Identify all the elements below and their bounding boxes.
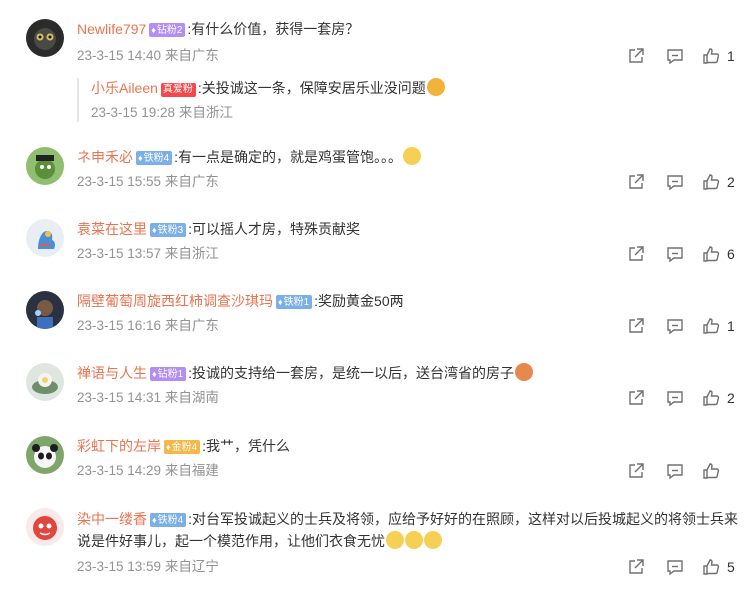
comment-icon[interactable] [665,244,685,264]
comment-line: 袁菜在这里 ♦铁粉3:可以摇人才房，特殊贡献奖 [77,219,360,239]
reply-item: 小乐Aileen 真爱粉 :关投诚这一条，保障安居乐业没问题 23-3-15 19:… [77,78,445,122]
like-count: 2 [727,390,735,406]
comment-actions: 1 [0,316,750,336]
cute-face-emoji-icon [424,531,442,549]
fan-badge[interactable]: ♦铁粉1 [276,295,313,309]
like-icon[interactable] [701,557,721,577]
glasses-emoji-icon [403,147,422,165]
reply-location: 来自浙江 [178,105,233,120]
comment-actions [0,461,750,481]
username-link[interactable]: Newlife797 [77,21,146,37]
diamond-icon: ♦ [151,25,156,35]
comment-actions: 2 [0,172,750,192]
cute-face-emoji-icon [386,531,404,549]
diamond-icon: ♦ [278,297,283,307]
share-icon[interactable] [626,244,646,264]
like-count: 5 [727,559,735,575]
like-icon[interactable] [701,388,721,408]
share-icon[interactable] [626,388,646,408]
cute-face-emoji-icon [405,531,423,549]
fan-badge[interactable]: 真爱粉 [160,83,196,97]
share-icon[interactable] [626,46,646,66]
diamond-icon: ♦ [152,515,157,525]
fan-badge[interactable]: ♦钻粉1 [150,367,187,381]
like-count: 2 [727,174,735,190]
share-icon[interactable] [626,557,646,577]
laughing-emoji-icon [426,78,445,96]
fan-badge[interactable]: ♦钻粉2 [149,23,186,37]
like-count: 6 [727,246,735,262]
comment-line: 禅语与人生 ♦钻粉1:投诚的支持给一套房，是统一以后，送台湾省的房子 [77,363,534,383]
comment-icon[interactable] [665,172,685,192]
comment-line: 隔壁葡萄周旋西红柿调查沙琪玛 ♦铁粉1:奖励黄金50两 [77,291,404,311]
like-icon[interactable] [701,244,721,264]
share-icon[interactable] [626,172,646,192]
comment-text: :有一点是确定的，就是鸡蛋管饱。。。 [174,149,403,165]
badge-label: 金粉4 [171,442,198,453]
reply-time: 23-3-15 19:28 [91,105,176,120]
username-link[interactable]: 彩虹下的左岸 [77,438,161,454]
username-link[interactable]: 袁菜在这里 [77,221,147,237]
username-link[interactable]: 小乐Aileen [91,80,158,96]
share-icon[interactable] [626,461,646,481]
badge-label: 铁粉4 [157,515,184,526]
avatar[interactable] [26,508,64,546]
username-link[interactable]: ネ申禾必 [77,149,133,165]
comment-icon[interactable] [665,557,685,577]
diamond-icon: ♦ [138,153,143,163]
comment-text: :可以摇人才房，特殊贡献奖 [188,221,361,237]
like-icon[interactable] [701,172,721,192]
like-count: 1 [727,48,735,64]
like-icon[interactable] [701,461,721,481]
reply-line: 小乐Aileen 真爱粉 :关投诚这一条，保障安居乐业没问题 [91,78,445,98]
username-link[interactable]: 隔壁葡萄周旋西红柿调查沙琪玛 [77,293,273,309]
username-link[interactable]: 禅语与人生 [77,365,147,381]
diamond-icon: ♦ [166,442,171,452]
comment-line: 染中一缕香 ♦铁粉4:对台军投诚起义的士兵及将领，应给予好好的在照顾，这样对以后投… [77,508,747,552]
diamond-icon: ♦ [152,225,157,235]
comment-line: Newlife797 ♦钻粉2:有什么价值，获得一套房？ [77,19,359,39]
comment-line: 彩虹下的左岸 ♦金粉4:我艹，凭什么 [77,436,290,456]
comment-text: :有什么价值，获得一套房？ [187,21,360,37]
comment-icon[interactable] [665,461,685,481]
badge-label: 铁粉1 [283,297,310,308]
reply-meta: 23-3-15 19:28 来自浙江 [91,104,445,122]
comment-text: :奖励黄金50两 [314,293,404,309]
diamond-icon: ♦ [152,369,157,379]
comment-actions: 6 [0,244,750,264]
comment-actions: 1 [0,46,750,66]
share-icon[interactable] [626,316,646,336]
badge-label: 铁粉4 [143,153,170,164]
username-link[interactable]: 染中一缕香 [77,511,147,527]
fan-badge[interactable]: ♦铁粉4 [136,151,173,165]
fan-badge[interactable]: ♦金粉4 [164,440,201,454]
like-icon[interactable] [701,46,721,66]
badge-label: 钻粉1 [157,369,184,380]
comment-actions: 2 [0,388,750,408]
comment-text: :投诚的支持给一套房，是统一以后，送台湾省的房子 [188,365,515,381]
fan-badge[interactable]: ♦铁粉4 [150,513,187,527]
comment-icon[interactable] [665,388,685,408]
comment-icon[interactable] [665,316,685,336]
badge-label: 真爱粉 [162,84,193,95]
comment-actions: 5 [0,557,750,577]
fan-badge[interactable]: ♦铁粉3 [150,223,187,237]
comment-line: ネ申禾必 ♦铁粉4:有一点是确定的，就是鸡蛋管饱。。。 [77,147,422,167]
comment-icon[interactable] [665,46,685,66]
comment-text: :我艹，凭什么 [202,438,291,454]
badge-label: 钻粉2 [156,25,183,36]
like-icon[interactable] [701,316,721,336]
shy-emoji-icon [515,363,534,381]
like-count: 1 [727,318,735,334]
reply-text: :关投诚这一条，保障安居乐业没问题 [197,80,426,96]
badge-label: 铁粉3 [157,225,184,236]
